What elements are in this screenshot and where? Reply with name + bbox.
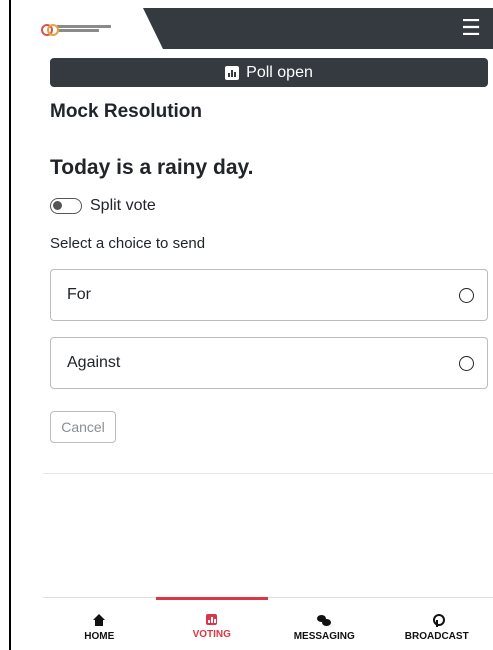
poll-status-bar: Poll open (50, 58, 488, 87)
logo-mark-icon (41, 23, 59, 36)
split-vote-row: Split vote (50, 197, 156, 215)
messaging-icon (317, 614, 332, 627)
choice-prompt: Select a choice to send (50, 235, 206, 252)
nav-label: HOME (84, 631, 115, 642)
broadcast-icon (430, 614, 445, 627)
logo-wordmark (57, 24, 111, 32)
logo-area (11, 8, 163, 49)
split-vote-toggle[interactable] (50, 198, 82, 214)
nav-item-messaging[interactable]: MESSAGING (268, 598, 381, 650)
nav-label: VOTING (192, 629, 231, 640)
choice-for-option[interactable]: For (50, 269, 488, 321)
nav-item-broadcast[interactable]: BROADCAST (381, 598, 493, 650)
choice-label: For (67, 286, 91, 303)
organisation-logo[interactable] (41, 22, 111, 36)
choice-label: Against (67, 354, 121, 371)
resolution-question: Today is a rainy day. (50, 156, 254, 179)
nav-label: MESSAGING (293, 631, 355, 642)
cancel-button[interactable]: Cancel (50, 411, 116, 443)
split-vote-label: Split vote (90, 197, 156, 214)
nav-item-home[interactable]: HOME (43, 598, 156, 650)
app-container: ☰ Poll open Mock Resolution Today is a r… (11, 0, 493, 650)
top-header: ☰ (11, 8, 493, 49)
radio-circle-icon[interactable] (459, 287, 474, 303)
hamburger-menu-icon[interactable]: ☰ (459, 16, 483, 40)
content-divider (43, 473, 493, 474)
poll-status-label: Poll open (246, 63, 313, 81)
bottom-navigation: HOME VOTING MESSAGING BROADCAST (43, 597, 493, 650)
radio-circle-icon[interactable] (459, 355, 474, 371)
choice-against-option[interactable]: Against (50, 337, 488, 389)
nav-label: BROADCAST (404, 631, 469, 642)
home-icon (92, 614, 106, 627)
nav-item-voting[interactable]: VOTING (155, 597, 269, 650)
resolution-title: Mock Resolution (50, 101, 203, 122)
poll-chart-icon (225, 65, 240, 80)
voting-icon (206, 614, 218, 625)
